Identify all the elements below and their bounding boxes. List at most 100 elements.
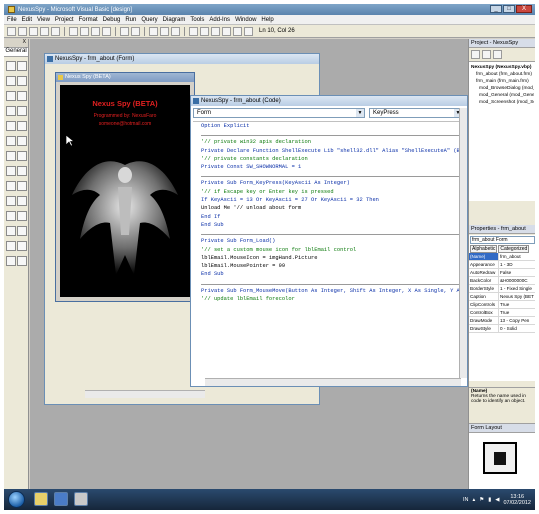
listbox-tool-icon[interactable] <box>17 121 27 131</box>
start-button[interactable] <box>8 491 25 508</box>
project-tree-item[interactable]: frm_about (frm_about.frm) <box>471 71 534 78</box>
paste-icon[interactable] <box>91 26 100 36</box>
project-tree-item[interactable]: mod_General (mod_Gene <box>471 92 534 99</box>
menu-run[interactable]: Run <box>125 17 136 23</box>
menu-tools[interactable]: Tools <box>190 17 204 23</box>
property-value[interactable]: False <box>499 269 535 276</box>
property-value[interactable]: &H0000000C <box>499 277 535 284</box>
menu-format[interactable]: Format <box>79 17 98 23</box>
property-row[interactable]: AutoRedraw False <box>469 269 535 277</box>
menu-help[interactable]: Help <box>261 17 273 23</box>
data-tool-icon[interactable] <box>17 196 27 206</box>
tray-arrow-icon[interactable]: ▴ <box>473 497 476 503</box>
dir-list-tool-icon[interactable] <box>6 166 16 176</box>
properties-title[interactable]: Properties - frm_about <box>469 225 535 234</box>
property-value[interactable]: True <box>499 301 535 308</box>
view-object-icon[interactable] <box>482 50 491 59</box>
vscroll-tool-icon[interactable] <box>17 136 27 146</box>
treeview-tool-icon[interactable] <box>17 256 27 266</box>
procedure-dropdown[interactable]: KeyPress ▼ <box>369 108 463 118</box>
data-view-icon[interactable] <box>244 26 253 36</box>
property-value[interactable]: 0 - Solid <box>499 325 535 332</box>
object-browser-icon[interactable] <box>222 26 231 36</box>
property-value[interactable]: frm_about <box>499 253 535 260</box>
splash-image[interactable]: Nexus Spy (BETA) Programmed by: NexusFar… <box>60 85 190 297</box>
start-icon[interactable] <box>149 26 158 36</box>
code-hscrollbar[interactable] <box>205 378 461 386</box>
property-row[interactable]: Appearance 1 - 3D <box>469 261 535 269</box>
code-editor[interactable]: Option Explicit '// private win32 apis de… <box>193 121 459 377</box>
undo-icon[interactable] <box>120 26 129 36</box>
textbox-tool-icon[interactable] <box>17 76 27 86</box>
maximize-button[interactable]: □ <box>503 5 515 13</box>
view-code-icon[interactable] <box>471 50 480 59</box>
image-list-tool-icon[interactable] <box>6 256 16 266</box>
image-tool-icon[interactable] <box>6 196 16 206</box>
project-tree-item[interactable]: mod_Screenshot (mod_Sc <box>471 99 534 106</box>
property-row[interactable]: BackColor &H0000000C <box>469 277 535 285</box>
form-designer-title-bar[interactable]: NexusSpy - frm_about (Form) <box>45 54 319 64</box>
flag-icon[interactable]: ⚑ <box>479 497 484 503</box>
property-value[interactable]: 1 - Fixed Single <box>499 285 535 292</box>
menu-add-ins[interactable]: Add-Ins <box>209 17 230 23</box>
break-icon[interactable] <box>160 26 169 36</box>
common-dialog-tool-icon[interactable] <box>17 211 27 221</box>
shape-tool-icon[interactable] <box>6 181 16 191</box>
project-tree[interactable]: NexusSpy (NexusSpy.vbp) frm_about (frm_ab… <box>469 61 535 201</box>
find-icon[interactable] <box>102 26 111 36</box>
frame-tool-icon[interactable] <box>6 91 16 101</box>
line-tool-icon[interactable] <box>17 181 27 191</box>
toggle-folders-icon[interactable] <box>493 50 502 59</box>
drive-list-tool-icon[interactable] <box>17 151 27 161</box>
code-editor-window[interactable]: NexusSpy - frm_about (Code) Form ▼ KeyPr… <box>190 95 468 387</box>
tab-categorized[interactable]: Categorized <box>498 245 530 253</box>
menu-project[interactable]: Project <box>55 17 74 23</box>
property-row[interactable]: (Name) frm_about <box>469 253 535 261</box>
properties-object-dropdown[interactable]: frm_about Form <box>470 236 535 244</box>
property-row[interactable]: ControlBox True <box>469 309 535 317</box>
project-tree-item[interactable]: frm_main (frm_main.frm) <box>471 78 534 85</box>
property-row[interactable]: DrawMode 13 - Copy Pen <box>469 317 535 325</box>
object-dropdown[interactable]: Form ▼ <box>193 108 365 118</box>
menu-view[interactable]: View <box>37 17 50 23</box>
property-value[interactable]: True <box>499 309 535 316</box>
command-button-tool-icon[interactable] <box>17 91 27 101</box>
add-form-icon[interactable] <box>18 26 27 36</box>
ole-tool-icon[interactable] <box>6 211 16 221</box>
toolbox-icon[interactable] <box>233 26 242 36</box>
word-task-icon[interactable] <box>54 492 68 506</box>
close-button[interactable]: X <box>516 5 532 13</box>
end-icon[interactable] <box>171 26 180 36</box>
save-project-icon[interactable] <box>51 26 60 36</box>
project-explorer-icon[interactable] <box>189 26 198 36</box>
picture-box-tool-icon[interactable] <box>17 61 27 71</box>
property-row[interactable]: ClipControls True <box>469 301 535 309</box>
winsock-tool-icon[interactable] <box>6 226 16 236</box>
project-explorer-title[interactable]: Project - NexusSpy <box>469 39 535 48</box>
pointer-tool-icon[interactable] <box>6 61 16 71</box>
combobox-tool-icon[interactable] <box>6 121 16 131</box>
file-list-tool-icon[interactable] <box>17 166 27 176</box>
statusbar-tool-icon[interactable] <box>17 241 27 251</box>
code-window-title-bar[interactable]: NexusSpy - frm_about (Code) <box>191 96 467 106</box>
redo-icon[interactable] <box>131 26 140 36</box>
property-value[interactable]: Nexus Spy (BET <box>499 293 535 300</box>
form-layout-icon[interactable] <box>211 26 220 36</box>
property-row[interactable]: Caption Nexus Spy (BET <box>469 293 535 301</box>
volume-icon[interactable]: ◀ <box>495 497 499 503</box>
menu-debug[interactable]: Debug <box>103 17 121 23</box>
property-row[interactable]: BorderStyle 1 - Fixed Single <box>469 285 535 293</box>
chevron-down-icon[interactable]: ▼ <box>356 109 364 117</box>
cut-icon[interactable] <box>69 26 78 36</box>
toolbar-tool-icon[interactable] <box>6 241 16 251</box>
copy-icon[interactable] <box>80 26 89 36</box>
add-project-icon[interactable] <box>7 26 16 36</box>
menu-editor-icon[interactable] <box>29 26 38 36</box>
menu-diagram[interactable]: Diagram <box>163 17 186 23</box>
form-layout-title[interactable]: Form Layout <box>469 424 535 433</box>
layout-form-position[interactable] <box>494 452 506 465</box>
visual-basic-task-icon[interactable] <box>74 492 88 506</box>
language-indicator[interactable]: IN <box>463 497 469 503</box>
label-tool-icon[interactable] <box>6 76 16 86</box>
open-project-icon[interactable] <box>40 26 49 36</box>
